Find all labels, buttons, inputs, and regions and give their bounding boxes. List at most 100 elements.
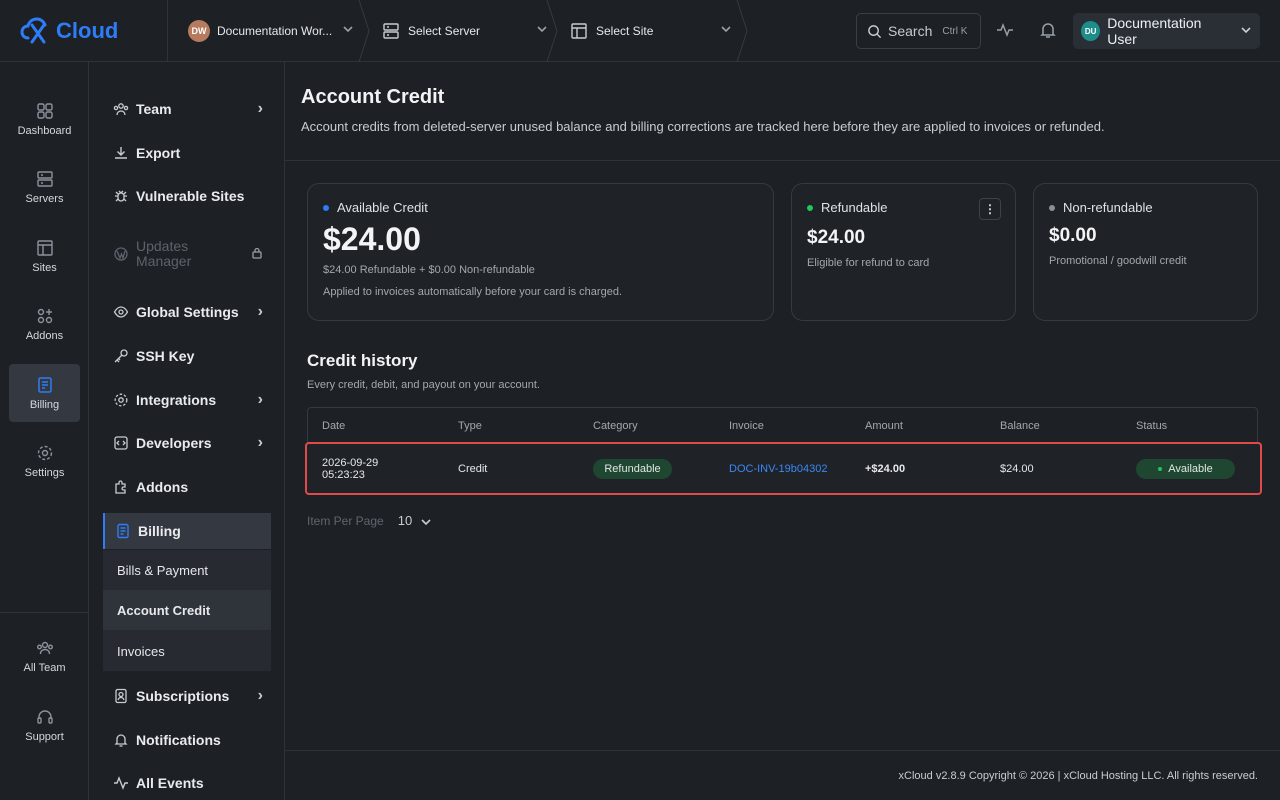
row-date-time: 05:23:23 <box>322 469 365 481</box>
site-selector[interactable]: Select Site <box>552 0 748 62</box>
settings-icon <box>37 445 52 460</box>
column-header: Amount <box>865 420 903 432</box>
server-icon <box>383 22 399 39</box>
card-label: Refundable <box>821 200 888 215</box>
status-dot <box>807 204 813 211</box>
subscription-icon <box>115 688 127 704</box>
top-bar: Cloud DW Documentation Wor... Select Ser… <box>0 0 1280 62</box>
nav-item-vulnerable-sites[interactable]: Vulnerable Sites <box>103 178 271 214</box>
rail-label: Addons <box>25 329 64 342</box>
status-badge: Available <box>1136 459 1235 479</box>
search-shortcut: Ctrl K <box>942 25 968 37</box>
rail-label: Servers <box>25 192 64 205</box>
credit-breakdown: $24.00 Refundable + $0.00 Non-refundable <box>323 264 535 276</box>
credit-note: Applied to invoices automatically before… <box>323 286 622 298</box>
nav-item-team[interactable]: Team › <box>103 91 271 127</box>
nav-item-subscriptions[interactable]: Subscriptions › <box>103 678 271 714</box>
user-name: Documentation User <box>1107 15 1202 47</box>
page-description: Account credits from deleted-server unus… <box>301 119 1105 134</box>
lock-icon <box>251 247 263 262</box>
rail-item-settings[interactable]: Settings <box>9 432 80 490</box>
code-icon <box>114 436 128 450</box>
bell-icon <box>114 734 128 747</box>
sub-item-invoices[interactable]: Invoices <box>103 631 271 671</box>
activity-icon[interactable] <box>995 20 1015 40</box>
nav-item-updates-manager: Updates Manager <box>103 234 271 274</box>
row-balance: $24.00 <box>1000 463 1034 475</box>
sub-label: Account Credit <box>117 602 211 618</box>
chevron-down-icon <box>720 23 732 38</box>
key-icon <box>114 349 128 363</box>
nav-label: Notifications <box>136 732 221 748</box>
download-icon <box>115 147 127 159</box>
column-header: Date <box>322 420 346 432</box>
nav-item-export[interactable]: Export <box>103 135 271 171</box>
sub-item-bills-payment[interactable]: Bills & Payment <box>103 550 271 590</box>
chevron-down-icon <box>421 518 431 525</box>
row-amount: +$24.00 <box>865 463 906 475</box>
available-credit-amount: $24.00 <box>323 221 421 257</box>
chevron-right-icon: › <box>257 687 263 704</box>
search-button[interactable]: Search Ctrl K <box>856 13 981 49</box>
user-menu[interactable]: DU Documentation User <box>1073 13 1260 49</box>
rail-item-servers[interactable]: Servers <box>9 158 80 216</box>
page-header: Account Credit Account credits from dele… <box>285 62 1280 161</box>
rail-item-support[interactable]: Support <box>9 696 80 754</box>
chevron-right-icon: › <box>257 100 263 117</box>
bug-icon <box>115 190 127 202</box>
nav-item-developers[interactable]: Developers › <box>103 425 271 461</box>
puzzle-icon <box>115 480 126 494</box>
nav-label: Vulnerable Sites <box>136 188 245 204</box>
sites-icon <box>571 22 587 39</box>
invoice-link[interactable]: DOC-INV-19b04302 <box>729 463 827 475</box>
row-date: 2026-09-29 05:23:23 <box>322 457 378 481</box>
sub-item-account-credit[interactable]: Account Credit <box>103 590 271 630</box>
nav-item-all-events[interactable]: All Events <box>103 765 271 800</box>
table-row[interactable]: 2026-09-29 05:23:23 Credit Refundable DO… <box>305 442 1262 495</box>
nav-label: Team <box>136 101 172 117</box>
nav-item-ssh-key[interactable]: SSH Key <box>103 338 271 374</box>
column-header: Balance <box>1000 420 1040 432</box>
settings-nav: Team › Export Vulnerable Sites Updates M… <box>89 62 285 800</box>
brand-name: Cloud <box>56 17 119 43</box>
wordpress-icon <box>114 247 128 261</box>
logo[interactable]: Cloud <box>0 0 168 62</box>
nonrefundable-amount: $0.00 <box>1049 225 1097 246</box>
table-header: Date Type Category Invoice Amount Balanc… <box>308 408 1257 445</box>
per-page-select[interactable]: 10 <box>398 513 432 528</box>
rail-item-sites[interactable]: Sites <box>9 227 80 285</box>
eye-icon <box>113 306 129 318</box>
rail-item-billing[interactable]: Billing <box>9 364 80 422</box>
icon-rail: Dashboard Servers Sites Addons Billing S… <box>0 62 89 800</box>
column-header: Status <box>1136 420 1168 432</box>
server-selector[interactable]: Select Server <box>364 0 558 62</box>
headset-icon <box>36 709 53 724</box>
rail-label: All Team <box>23 661 66 674</box>
nav-label: Updates Manager <box>136 238 192 269</box>
nav-item-billing[interactable]: Billing <box>103 513 271 549</box>
nav-item-global-settings[interactable]: Global Settings › <box>103 294 271 330</box>
billing-submenu: Bills & Payment Account Credit Invoices <box>103 550 271 671</box>
rail-divider <box>0 612 89 613</box>
gear-icon <box>114 393 128 407</box>
bell-icon[interactable] <box>1038 20 1058 40</box>
nav-label: SSH Key <box>136 348 195 364</box>
status-dot <box>323 204 329 211</box>
status-dot <box>1049 204 1055 211</box>
server-icon <box>36 170 53 187</box>
column-header: Category <box>593 420 638 432</box>
billing-icon <box>37 376 52 393</box>
team-icon <box>113 103 129 116</box>
nav-item-notifications[interactable]: Notifications <box>103 722 271 758</box>
rail-item-all-team[interactable]: All Team <box>9 627 80 685</box>
nav-item-integrations[interactable]: Integrations › <box>103 382 271 418</box>
nav-item-addons[interactable]: Addons <box>103 469 271 505</box>
sub-label: Invoices <box>117 643 165 659</box>
more-options-button[interactable]: ⋮ <box>979 198 1001 220</box>
rail-item-addons[interactable]: Addons <box>9 295 80 353</box>
nav-label: All Events <box>136 775 204 791</box>
workspace-avatar: DW <box>188 19 210 42</box>
rail-item-dashboard[interactable]: Dashboard <box>9 90 80 148</box>
kebab-icon: ⋮ <box>984 202 996 216</box>
workspace-selector[interactable]: DW Documentation Wor... <box>168 0 370 62</box>
